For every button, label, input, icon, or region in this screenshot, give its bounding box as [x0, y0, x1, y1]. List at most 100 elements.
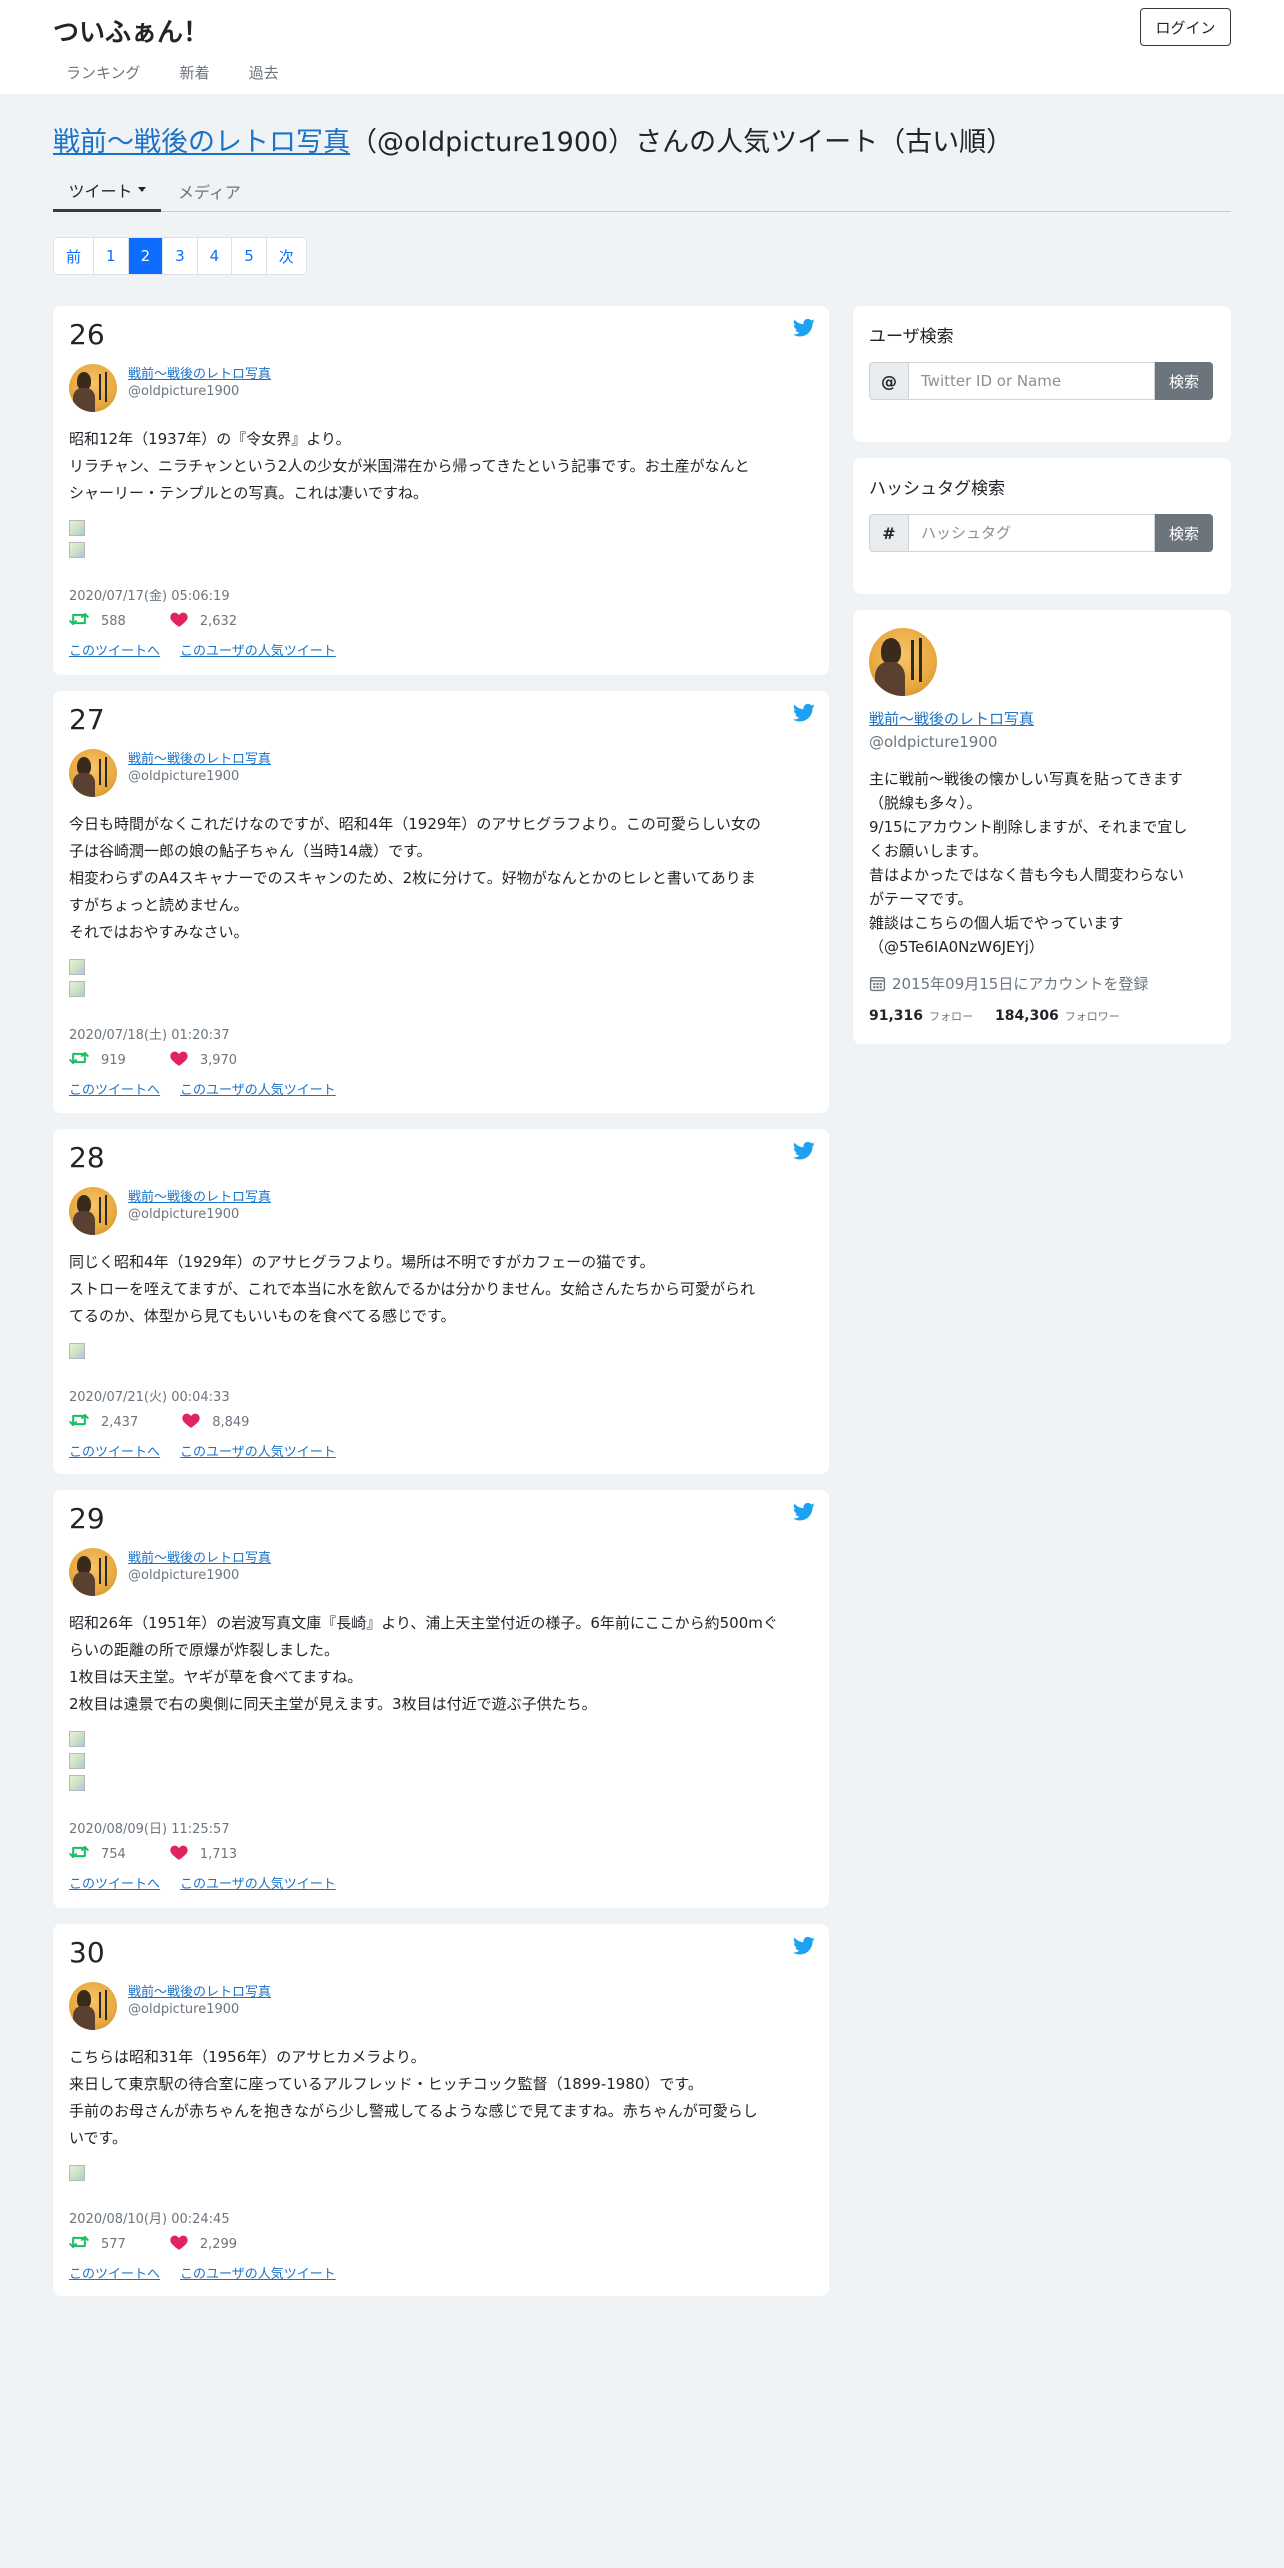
tweet-user-name-link[interactable]: 戦前～戦後のレトロ写真: [128, 363, 271, 382]
tweet-text-line: 2枚目は遠景で右の奥側に同天主堂が見えます。3枚目は付近で遊ぶ子供たち。: [69, 1695, 597, 1713]
user-popular-tweets-link[interactable]: このユーザの人気ツイート: [180, 640, 336, 659]
tab-tweets[interactable]: ツイート: [53, 170, 161, 212]
tweet-text: 昭和26年（1951年）の岩波写真文庫『長崎』より、浦上天主堂付近の様子。6年前…: [69, 1610, 813, 1718]
avatar[interactable]: [69, 1982, 117, 2030]
main-nav: ランキング 新着 過去: [53, 62, 305, 83]
hash-prefix: #: [869, 514, 909, 552]
tweet-user-handle: @oldpicture1900: [128, 1568, 240, 1583]
twitter-bird-icon[interactable]: [792, 1936, 815, 1956]
retweet-icon: [69, 1844, 101, 1864]
nav-past[interactable]: 過去: [236, 62, 279, 83]
tweet-text-line: それではおやすみなさい。: [69, 923, 249, 941]
tweet-user-name-link[interactable]: 戦前～戦後のレトロ写真: [128, 1547, 271, 1566]
user-search-card: ユーザ検索 @ 検索: [853, 306, 1231, 442]
hashtag-search-button[interactable]: 検索: [1155, 514, 1213, 552]
tweet-user-name-link[interactable]: 戦前～戦後のレトロ写真: [128, 1981, 271, 2000]
retweet-icon: [69, 1412, 101, 1432]
tweet-text-line: 来日して東京駅の待合室に座っているアルフレッド・ヒッチコック監督（1899-19…: [69, 2075, 703, 2093]
avatar[interactable]: [69, 1548, 117, 1596]
profile-name-link[interactable]: 戦前～戦後のレトロ写真: [869, 708, 1034, 729]
tweet-user-name-link[interactable]: 戦前～戦後のレトロ写真: [128, 748, 271, 767]
caret-down-icon: [137, 187, 146, 192]
avatar[interactable]: [69, 364, 117, 412]
page-5[interactable]: 5: [231, 238, 266, 274]
profile-handle: @oldpicture1900: [869, 733, 998, 751]
profile-avatar[interactable]: [869, 628, 937, 696]
tweet-image[interactable]: [69, 1775, 85, 1791]
page-2[interactable]: 2: [127, 238, 163, 274]
tweet-user-name-link[interactable]: 戦前～戦後のレトロ写真: [128, 1186, 271, 1205]
tweet-rank: 26: [69, 318, 105, 351]
tweet-text: 昭和12年（1937年）の『令女界』より。 リラチャン、ニラチャンという2人の少女…: [69, 426, 813, 507]
tweet-stats: 2,437 8,849: [69, 1412, 293, 1432]
tweet-date: 2020/08/10(月) 00:24:45: [69, 2212, 230, 2227]
tweet-text-line: ストローを咥えてますが、これで本当に水を飲んでるかは分かりません。女給さんたちか…: [69, 1280, 755, 1298]
twitter-bird-icon[interactable]: [792, 1502, 815, 1522]
avatar[interactable]: [69, 1187, 117, 1235]
hashtag-search-input[interactable]: [909, 514, 1155, 552]
twitter-bird-icon[interactable]: [792, 318, 815, 338]
content-tabs: ツイート メディア: [53, 170, 1231, 212]
tweet-links: このツイートへ このユーザの人気ツイート: [69, 1441, 356, 1460]
user-popular-tweets-link[interactable]: このユーザの人気ツイート: [180, 1441, 336, 1460]
tweet-image[interactable]: [69, 1343, 85, 1359]
user-popular-tweets-link[interactable]: このユーザの人気ツイート: [180, 1079, 336, 1098]
page-3[interactable]: 3: [162, 238, 197, 274]
tweet-card: 26 戦前～戦後のレトロ写真 @oldpicture1900 昭和12年（1937年）…: [53, 306, 829, 675]
nav-new[interactable]: 新着: [167, 62, 210, 83]
tweet-permalink[interactable]: このツイートへ: [69, 640, 160, 659]
bio-line: がテーマです。: [869, 890, 973, 908]
page-1[interactable]: 1: [93, 238, 128, 274]
user-popular-tweets-link[interactable]: このユーザの人気ツイート: [180, 2263, 336, 2282]
tweet-image[interactable]: [69, 959, 85, 975]
tweet-permalink[interactable]: このツイートへ: [69, 1441, 160, 1460]
site-brand[interactable]: ついふぁん！: [53, 12, 209, 49]
user-search-button[interactable]: 検索: [1155, 362, 1213, 400]
avatar[interactable]: [69, 749, 117, 797]
following-count: 91,316: [869, 1008, 924, 1024]
tab-media[interactable]: メディア: [178, 170, 241, 212]
profile-joined: 2015年09月15日にアカウントを登録: [869, 973, 1148, 994]
tweet-text-line: 昭和26年（1951年）の岩波写真文庫『長崎』より、浦上天主堂付近の様子。6年前…: [69, 1614, 778, 1632]
page-4[interactable]: 4: [196, 238, 232, 274]
user-search-group: @ 検索: [869, 362, 1213, 400]
tweet-image[interactable]: [69, 1753, 85, 1769]
tweet-image[interactable]: [69, 981, 85, 997]
tweet-text-line: 1枚目は天主堂。ヤギが草を食べてますね。: [69, 1668, 363, 1686]
tweet-image[interactable]: [69, 520, 85, 536]
tweet-permalink[interactable]: このツイートへ: [69, 1873, 160, 1892]
bio-line: 雑談はこちらの個人垢でやっています: [869, 914, 1124, 932]
tweet-text-line: シャーリー・テンプルとの写真。これは凄いですね。: [69, 484, 428, 502]
followers-label: フォロワー: [1064, 1010, 1120, 1023]
tweet-stats: 588 2,632: [69, 611, 281, 631]
retweet-icon: [69, 1050, 101, 1070]
tweet-image[interactable]: [69, 542, 85, 558]
pagination: 前 1 2 3 4 5 次: [53, 237, 307, 275]
tweet-permalink[interactable]: このツイートへ: [69, 2263, 160, 2282]
tweet-text-line: 子は谷崎潤一郎の娘の鮎子ちゃん（当時14歳）です。: [69, 842, 432, 860]
retweet-count: 754: [101, 1846, 126, 1862]
tweet-text-line: リラチャン、ニラチャンという2人の少女が米国滞在から帰ってきたという記事です。お…: [69, 457, 750, 475]
tweet-date: 2020/07/21(火) 00:04:33: [69, 1390, 230, 1405]
login-button[interactable]: ログイン: [1140, 8, 1231, 46]
nav-ranking[interactable]: ランキング: [53, 62, 141, 83]
bio-line: くお願いします。: [869, 842, 988, 860]
page-next[interactable]: 次: [265, 238, 306, 274]
page-prev[interactable]: 前: [54, 238, 93, 274]
tweet-text-line: 同じく昭和4年（1929年）のアサヒグラフより。場所は不明ですがカフェーの猫です…: [69, 1253, 655, 1271]
tweet-text: 同じく昭和4年（1929年）のアサヒグラフより。場所は不明ですがカフェーの猫です…: [69, 1249, 813, 1330]
tweet-stats: 754 1,713: [69, 1844, 281, 1864]
twitter-bird-icon[interactable]: [792, 703, 815, 723]
like-count: 2,299: [199, 2236, 238, 2252]
bio-line: （脱線も多々）。: [869, 794, 982, 812]
page-title-user-link[interactable]: 戦前～戦後のレトロ写真: [53, 127, 350, 158]
user-popular-tweets-link[interactable]: このユーザの人気ツイート: [180, 1873, 336, 1892]
tweet-image[interactable]: [69, 1731, 85, 1747]
tweet-image[interactable]: [69, 2165, 85, 2181]
twitter-bird-icon[interactable]: [792, 1141, 815, 1161]
at-prefix: @: [869, 362, 909, 400]
hashtag-search-title: ハッシュタグ検索: [869, 479, 1005, 499]
tweet-user-handle: @oldpicture1900: [128, 769, 240, 784]
user-search-input[interactable]: [909, 362, 1155, 400]
tweet-permalink[interactable]: このツイートへ: [69, 1079, 160, 1098]
